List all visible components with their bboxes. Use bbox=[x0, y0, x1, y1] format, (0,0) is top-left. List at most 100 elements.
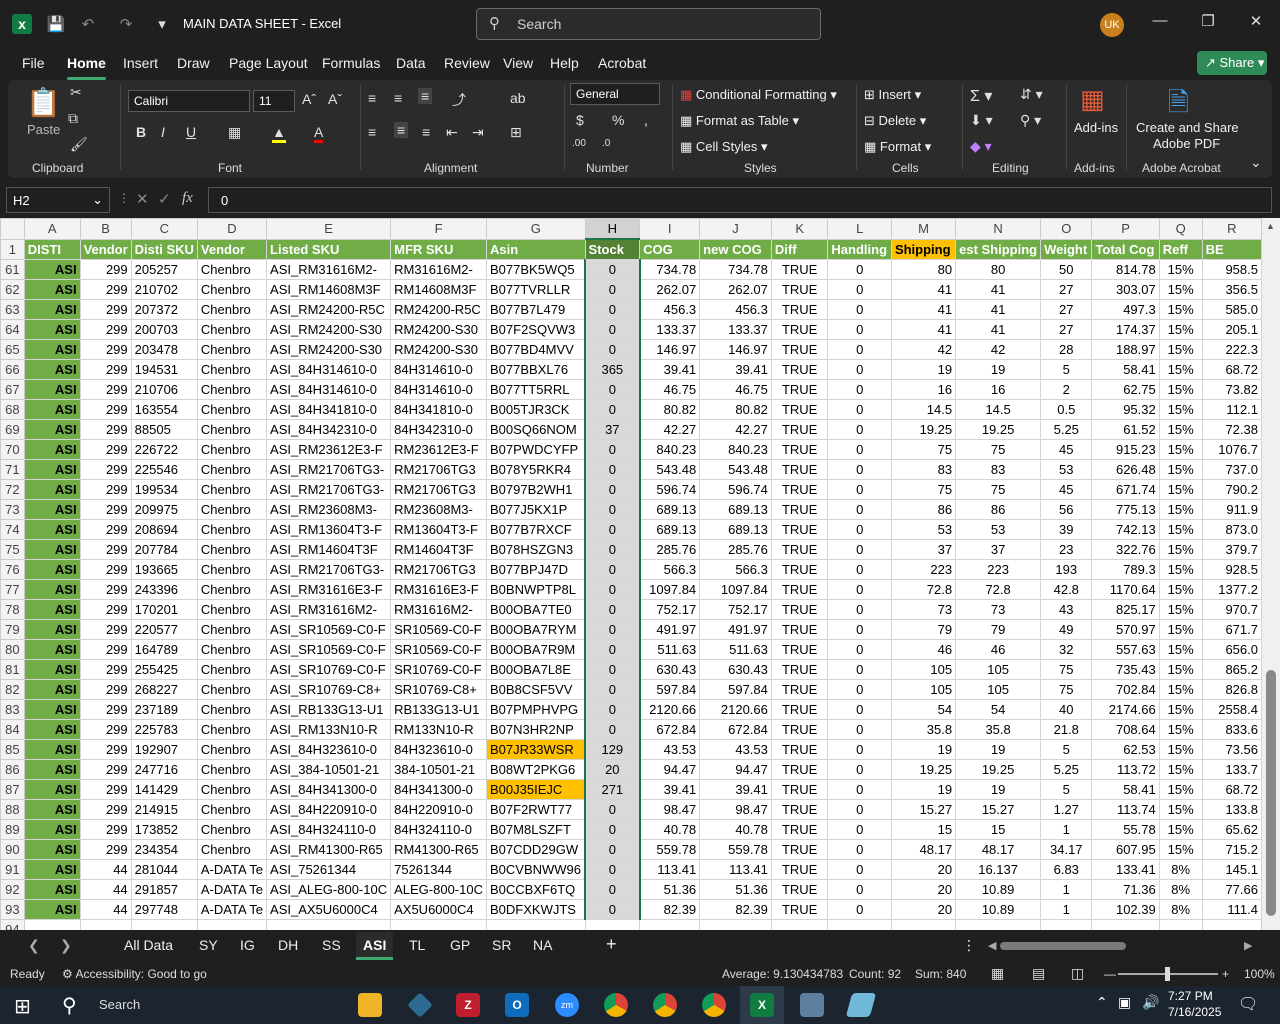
cell[interactable]: 299 bbox=[79, 799, 132, 820]
cell[interactable]: RM21706TG3 bbox=[390, 479, 487, 500]
cell[interactable]: 15% bbox=[1158, 319, 1203, 340]
cell[interactable]: 84H342310-0 bbox=[390, 419, 487, 440]
cell[interactable]: TRUE bbox=[770, 899, 829, 920]
header-cell[interactable]: Reff bbox=[1158, 238, 1203, 260]
header-cell[interactable]: Weight bbox=[1040, 238, 1093, 260]
align-left-icon[interactable]: ≡ bbox=[368, 124, 376, 140]
cell[interactable]: RM31616E3-F bbox=[390, 579, 487, 600]
cell[interactable]: 0 bbox=[827, 439, 892, 460]
cell[interactable]: 42.27 bbox=[699, 419, 772, 440]
cell[interactable]: 0 bbox=[584, 679, 641, 700]
decrease-indent-icon[interactable]: ⇤ bbox=[446, 124, 458, 141]
cell[interactable]: TRUE bbox=[770, 599, 829, 620]
excel-taskbar-icon[interactable]: X bbox=[750, 993, 774, 1017]
row-header[interactable]: 70 bbox=[0, 439, 25, 460]
align-top-icon[interactable]: ≡ bbox=[368, 90, 376, 106]
sheet-tab-gp[interactable]: GP bbox=[450, 937, 470, 953]
cell[interactable]: 15% bbox=[1158, 599, 1203, 620]
cell[interactable]: 19 bbox=[890, 779, 957, 800]
cell[interactable]: RM24200-S30 bbox=[390, 339, 487, 360]
cell[interactable]: ASI bbox=[23, 539, 81, 560]
cell[interactable]: B077BK5WQ5 bbox=[486, 259, 586, 280]
row-header[interactable]: 73 bbox=[0, 499, 25, 520]
cell[interactable]: 133.7 bbox=[1201, 759, 1262, 780]
zoom-slider-thumb[interactable] bbox=[1165, 967, 1170, 981]
cell[interactable]: 15% bbox=[1158, 699, 1203, 720]
cell[interactable]: 0 bbox=[584, 379, 641, 400]
cell[interactable]: 0 bbox=[827, 419, 892, 440]
cell[interactable]: 95.32 bbox=[1091, 399, 1160, 420]
cell[interactable]: 0 bbox=[584, 299, 641, 320]
tab-options-icon[interactable]: ⋮ bbox=[962, 937, 976, 954]
cell[interactable]: 840.23 bbox=[699, 439, 772, 460]
cell[interactable]: 37 bbox=[584, 419, 641, 440]
column-header-l[interactable]: L bbox=[827, 218, 892, 240]
cell[interactable]: Chenbro bbox=[196, 719, 268, 740]
cell[interactable]: 10.89 bbox=[955, 879, 1042, 900]
cell[interactable]: 58.41 bbox=[1091, 779, 1160, 800]
cell[interactable]: B07PMPHVPG bbox=[486, 699, 586, 720]
scroll-thumb[interactable] bbox=[1266, 670, 1276, 916]
find-select-icon[interactable]: ⚲ ▾ bbox=[1020, 112, 1041, 129]
cell[interactable]: 163554 bbox=[130, 399, 198, 420]
sort-filter-icon[interactable]: ⇵ ▾ bbox=[1020, 86, 1043, 103]
scroll-up-icon[interactable]: ▲ bbox=[1266, 221, 1275, 231]
cell[interactable]: 0.5 bbox=[1040, 399, 1093, 420]
cell[interactable]: 73 bbox=[955, 599, 1042, 620]
row-header[interactable]: 1 bbox=[0, 238, 25, 260]
cell[interactable]: 35.8 bbox=[890, 719, 957, 740]
comma-icon[interactable]: , bbox=[644, 112, 648, 128]
paste-icon[interactable]: 📋 bbox=[26, 86, 61, 119]
cell[interactable]: 0 bbox=[827, 699, 892, 720]
cell[interactable]: ASI bbox=[23, 599, 81, 620]
notifications-icon[interactable]: 🗨 bbox=[1238, 994, 1258, 1014]
add-ins-icon[interactable]: ▦ bbox=[1080, 84, 1105, 115]
cell[interactable]: ASI_RM133N10-R bbox=[266, 719, 392, 740]
cell[interactable]: 207784 bbox=[130, 539, 198, 560]
user-avatar[interactable]: UK bbox=[1100, 13, 1124, 37]
align-right-icon[interactable]: ≡ bbox=[422, 124, 430, 140]
header-cell[interactable]: BE bbox=[1201, 238, 1262, 260]
cell[interactable] bbox=[196, 919, 268, 930]
row-header[interactable]: 94 bbox=[0, 919, 25, 930]
cell[interactable]: 2174.66 bbox=[1091, 699, 1160, 720]
cell[interactable]: RB133G13-U1 bbox=[390, 699, 487, 720]
cell[interactable]: Chenbro bbox=[196, 579, 268, 600]
align-center-icon[interactable]: ≡ bbox=[394, 122, 409, 138]
cell[interactable]: 72.8 bbox=[955, 579, 1042, 600]
cell[interactable] bbox=[79, 919, 132, 930]
cell[interactable]: 193 bbox=[1040, 559, 1093, 580]
cell[interactable]: ASI bbox=[23, 659, 81, 680]
cell[interactable]: 237189 bbox=[130, 699, 198, 720]
cell[interactable]: TRUE bbox=[770, 819, 829, 840]
cell[interactable]: 226722 bbox=[130, 439, 198, 460]
cell[interactable]: ASI_RM31616M2- bbox=[266, 259, 392, 280]
calculator-icon[interactable] bbox=[800, 993, 824, 1017]
cell[interactable]: 10.89 bbox=[955, 899, 1042, 920]
zoom-in-icon[interactable]: + bbox=[1222, 967, 1229, 981]
cell[interactable]: 27 bbox=[1040, 279, 1093, 300]
cell[interactable]: 5 bbox=[1040, 739, 1093, 760]
cell[interactable]: 15.27 bbox=[955, 799, 1042, 820]
redo-icon[interactable]: ↷ bbox=[114, 12, 138, 36]
cell[interactable]: 0 bbox=[584, 799, 641, 820]
cell[interactable]: 281044 bbox=[130, 859, 198, 880]
cell[interactable]: 689.13 bbox=[639, 499, 701, 520]
cell[interactable]: 46 bbox=[955, 639, 1042, 660]
cell[interactable]: B077BBXL76 bbox=[486, 359, 586, 380]
cell[interactable]: RM21706TG3 bbox=[390, 459, 487, 480]
collapse-ribbon-icon[interactable]: ⌄ bbox=[1250, 154, 1262, 171]
cell[interactable]: ASI bbox=[23, 799, 81, 820]
cell[interactable]: 105 bbox=[890, 679, 957, 700]
cell[interactable]: Chenbro bbox=[196, 379, 268, 400]
cell[interactable]: TRUE bbox=[770, 519, 829, 540]
cell[interactable]: Chenbro bbox=[196, 779, 268, 800]
cell[interactable]: Chenbro bbox=[196, 319, 268, 340]
cell[interactable]: ASI_RM31616E3-F bbox=[266, 579, 392, 600]
cell[interactable]: ASI bbox=[23, 839, 81, 860]
cell[interactable]: 40.78 bbox=[699, 819, 772, 840]
cell[interactable]: 105 bbox=[890, 659, 957, 680]
sheet-tab-dh[interactable]: DH bbox=[278, 937, 298, 953]
cell[interactable]: ASI bbox=[23, 459, 81, 480]
cell[interactable]: 39 bbox=[1040, 519, 1093, 540]
